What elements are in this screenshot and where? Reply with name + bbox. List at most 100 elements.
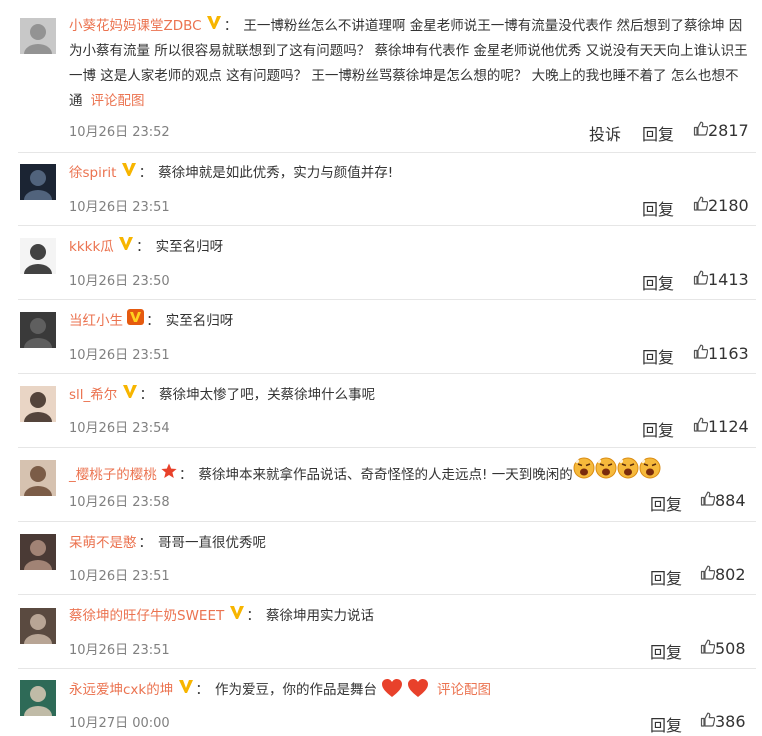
vip-gold-icon <box>178 680 193 693</box>
avatar[interactable] <box>20 608 56 644</box>
username-link[interactable]: kkkk瓜 <box>69 239 114 255</box>
username-link[interactable]: 徐spirit <box>69 165 116 181</box>
comment-body: 作为爱豆，你的作品是舞台 <box>215 682 378 698</box>
comment-timestamp: 10月26日 23:50 <box>69 274 170 289</box>
like-icon <box>700 491 716 506</box>
avatar[interactable] <box>20 534 56 570</box>
reply-button[interactable]: 回复 <box>650 565 682 589</box>
like-button[interactable]: 802 <box>700 565 746 584</box>
reply-button[interactable]: 回复 <box>650 639 682 663</box>
avatar-image <box>20 312 56 348</box>
comment-body: 蔡徐坤用实力说话 <box>266 608 375 624</box>
comment-timestamp: 10月26日 23:58 <box>69 495 170 510</box>
username-link[interactable]: 蔡徐坤的旺仔牛奶SWEET <box>69 608 224 624</box>
username-link[interactable]: 永远爱坤cxk的坤 <box>69 682 173 698</box>
avatar-image <box>20 460 56 496</box>
avatar[interactable] <box>20 680 56 716</box>
angry-emoji-icon <box>617 457 639 479</box>
vip-gold-icon <box>119 237 134 250</box>
comment-text: 永远爱坤cxk的坤 ： 作为爱豆，你的作品是舞台 评论配图 <box>69 678 748 703</box>
vip-gold-icon <box>122 385 137 398</box>
reply-button[interactable]: 回复 <box>642 121 674 145</box>
username-colon: ： <box>195 682 210 698</box>
like-icon <box>693 270 709 285</box>
username-colon: ： <box>136 239 150 255</box>
avatar-image <box>20 608 56 644</box>
like-button[interactable]: 1413 <box>693 270 749 289</box>
reply-button[interactable]: 回复 <box>650 712 682 736</box>
avatar[interactable] <box>20 312 56 348</box>
comment-text: sll_希尔 ： 蔡徐坤太惨了吧，关蔡徐坤什么事呢 <box>69 383 748 408</box>
angry-emoji-icon <box>573 457 595 479</box>
vip-gold-icon <box>206 16 221 29</box>
comment-text: 呆萌不是憨： 哥哥一直很优秀呢 <box>69 531 748 556</box>
comment-body: 蔡徐坤本来就拿作品说话、奇奇怪怪的人走远点! 一天到晚闲的 <box>198 467 573 483</box>
angry-emoji-icon <box>595 457 617 479</box>
like-count: 2180 <box>708 196 749 215</box>
like-icon <box>700 565 716 580</box>
comment-divider <box>18 668 756 669</box>
avatar[interactable] <box>20 18 56 54</box>
avatar[interactable] <box>20 460 56 496</box>
comment-divider <box>18 152 756 153</box>
comment-timestamp: 10月26日 23:51 <box>69 643 170 658</box>
angry-emoji-icon <box>639 457 661 479</box>
reply-button[interactable]: 回复 <box>642 270 674 294</box>
avatar-image <box>20 386 56 422</box>
reply-button[interactable]: 回复 <box>650 491 682 515</box>
username-link[interactable]: 小葵花妈妈课堂ZDBC <box>69 18 202 34</box>
username-link[interactable]: 呆萌不是憨 <box>69 535 137 551</box>
comment-image-link[interactable]: 评论配图 <box>91 93 145 109</box>
username-colon: ： <box>179 467 193 483</box>
like-button[interactable]: 1163 <box>693 344 749 363</box>
avatar[interactable] <box>20 238 56 274</box>
comment-text: _樱桃子的樱桃 ： 蔡徐坤本来就拿作品说话、奇奇怪怪的人走远点! 一天到晚闲的 <box>69 457 748 488</box>
like-count: 1413 <box>708 270 749 289</box>
like-count: 386 <box>715 712 746 731</box>
like-count: 1124 <box>708 417 749 436</box>
like-button[interactable]: 884 <box>700 491 746 510</box>
like-icon <box>693 121 709 136</box>
comment-text: 小葵花妈妈课堂ZDBC ： 王一博粉丝怎么不讲道理啊 金星老师说王一博有流量没代表… <box>69 14 748 114</box>
like-button[interactable]: 2817 <box>693 121 749 140</box>
comment-text: kkkk瓜 ： 实至名归呀 <box>69 235 748 260</box>
comment-divider <box>18 373 756 374</box>
comment-timestamp: 10月26日 23:51 <box>69 348 170 363</box>
username-colon: ： <box>246 608 261 624</box>
comment-body: 实至名归呀 <box>165 313 234 329</box>
avatar[interactable] <box>20 386 56 422</box>
report-button[interactable]: 投诉 <box>589 121 621 145</box>
reply-button[interactable]: 回复 <box>642 196 674 220</box>
like-button[interactable]: 1124 <box>693 417 749 436</box>
comment-image-link[interactable]: 评论配图 <box>437 682 491 698</box>
comment-body: 蔡徐坤就是如此优秀，实力与颜值并存! <box>158 165 394 181</box>
comment-divider <box>18 225 756 226</box>
heart-emoji-icon <box>382 679 403 697</box>
username-colon: ： <box>146 313 160 329</box>
username-link[interactable]: _樱桃子的樱桃 <box>69 467 157 483</box>
avatar-image <box>20 680 56 716</box>
reply-button[interactable]: 回复 <box>642 417 674 441</box>
comment-body: 王一博粉丝怎么不讲道理啊 金星老师说王一博有流量没代表作 然后想到了蔡徐 <box>243 18 711 34</box>
reply-button[interactable]: 回复 <box>642 344 674 368</box>
username-link[interactable]: sll_希尔 <box>69 387 117 403</box>
like-count: 2817 <box>708 121 749 140</box>
comment-timestamp: 10月27日 00:00 <box>69 716 170 731</box>
username-link[interactable]: 当红小生 <box>69 313 123 329</box>
vip-gold-icon <box>121 163 136 176</box>
username-colon: ： <box>138 535 153 551</box>
like-count: 1163 <box>708 344 749 363</box>
avatar[interactable] <box>20 164 56 200</box>
avatar-image <box>20 18 56 54</box>
comment-divider <box>18 594 756 595</box>
comment-text: 当红小生 ： 实至名归呀 <box>69 309 748 334</box>
avatar-image <box>20 238 56 274</box>
like-button[interactable]: 2180 <box>693 196 749 215</box>
like-button[interactable]: 386 <box>700 712 746 731</box>
comment-timestamp: 10月26日 23:54 <box>69 421 170 436</box>
comment-divider <box>18 299 756 300</box>
username-colon: ： <box>139 387 154 403</box>
username-colon: ： <box>223 18 238 34</box>
comment-body: 蔡徐坤太惨了吧，关蔡徐坤什么事呢 <box>159 387 376 403</box>
like-button[interactable]: 508 <box>700 639 746 658</box>
